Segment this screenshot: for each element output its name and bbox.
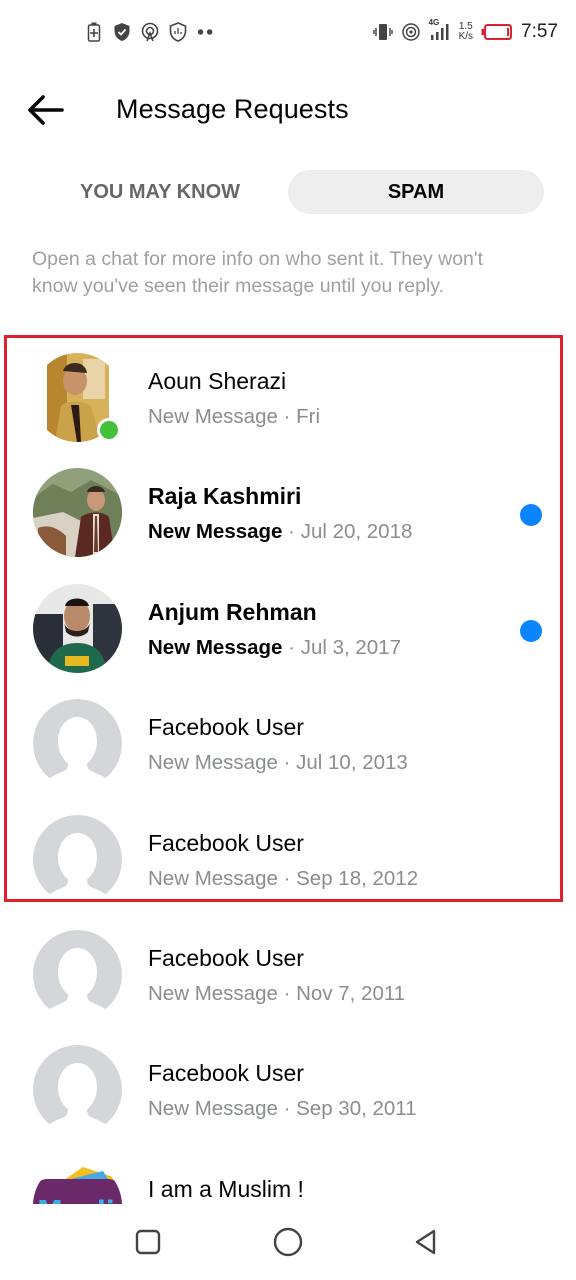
message-preview: New Message · Jul 20, 2018 xyxy=(148,520,412,544)
avatar-logo-text: Muslim xyxy=(37,1196,122,1204)
message-status: New Message xyxy=(148,635,283,659)
message-date: Jul 10, 2013 xyxy=(296,751,408,775)
navigation-bar xyxy=(0,1204,576,1280)
tab-you-may-know[interactable]: YOU MAY KNOW xyxy=(32,170,288,214)
circle-home-icon xyxy=(273,1227,303,1257)
message-date: Sep 30, 2011 xyxy=(296,1097,417,1121)
unread-indicator xyxy=(520,619,542,642)
shield-chart-icon xyxy=(168,22,188,42)
default-avatar-icon xyxy=(33,699,122,789)
message-preview: New Message · Sep 18, 2012 xyxy=(148,867,418,891)
nav-back-button[interactable] xyxy=(408,1224,444,1260)
online-indicator xyxy=(97,418,121,442)
info-text: Open a chat for more info on who sent it… xyxy=(32,248,484,297)
network-type: 4G xyxy=(428,18,440,27)
recents-button[interactable] xyxy=(130,1224,166,1260)
message-status: New Message xyxy=(148,866,278,890)
contact-name: Aoun Sherazi xyxy=(148,368,287,394)
request-row[interactable]: Muslim I am a Muslim ! xyxy=(0,1148,576,1204)
separator: · xyxy=(288,635,295,659)
message-preview: New Message · Sep 30, 2011 xyxy=(148,1097,417,1121)
status-left-icons xyxy=(84,20,216,44)
contact-name: Anjum Rehman xyxy=(148,598,317,625)
request-list[interactable]: Aoun Sherazi New Message · Fri Raja Kash… xyxy=(0,340,576,1204)
message-date: Sep 18, 2012 xyxy=(296,866,419,890)
separator: · xyxy=(283,866,291,890)
message-status: New Message xyxy=(148,1097,278,1121)
shield-check-icon xyxy=(112,22,132,42)
message-preview: New Message · Fri xyxy=(148,405,320,429)
default-avatar-icon xyxy=(33,929,122,1019)
request-row[interactable]: Facebook User New Message · Sep 18, 2012 xyxy=(0,802,576,917)
contact-name: I am a Muslim ! xyxy=(148,1175,304,1202)
request-row[interactable]: Facebook User New Message · Nov 7, 2011 xyxy=(0,917,576,1032)
message-date: Nov 7, 2011 xyxy=(296,981,406,1005)
message-status: New Message xyxy=(148,520,283,544)
avatar xyxy=(33,583,122,673)
battery-low-icon xyxy=(481,22,513,42)
square-recents-icon xyxy=(135,1229,161,1255)
separator: · xyxy=(283,405,291,428)
default-avatar-icon xyxy=(33,814,122,904)
message-preview: New Message · Jul 10, 2013 xyxy=(148,751,408,775)
status-time: 7:57 xyxy=(521,21,558,42)
back-button[interactable] xyxy=(22,90,68,130)
contact-name: Facebook User xyxy=(148,944,304,971)
request-row[interactable]: Facebook User New Message · Sep 30, 2011 xyxy=(0,1032,576,1147)
avatar xyxy=(33,468,122,558)
request-row[interactable]: Raja Kashmiri New Message · Jul 20, 2018 xyxy=(0,455,576,570)
network-speed: 1.5 K/s xyxy=(459,22,473,42)
message-status: New Message xyxy=(148,981,278,1005)
home-button[interactable] xyxy=(270,1224,306,1260)
message-date: Jul 20, 2018 xyxy=(300,520,413,544)
header: Message Requests xyxy=(0,80,576,142)
signal-4g-icon: 4G xyxy=(429,18,451,42)
message-status: New Message xyxy=(148,751,278,775)
separator: · xyxy=(283,751,291,775)
vibrate-icon xyxy=(372,22,393,42)
battery-saver-icon xyxy=(84,22,104,42)
separator: · xyxy=(283,981,291,1005)
request-row[interactable]: Aoun Sherazi New Message · Fri xyxy=(0,340,576,455)
default-avatar-icon xyxy=(33,1045,122,1135)
unread-indicator xyxy=(520,504,542,527)
contact-name: Facebook User xyxy=(148,714,304,741)
avatar: Muslim xyxy=(33,1160,122,1204)
tab-spam[interactable]: SPAM xyxy=(288,170,544,214)
separator: · xyxy=(283,1097,291,1121)
hotspot-icon xyxy=(140,22,160,42)
message-date: Jul 3, 2017 xyxy=(300,635,401,659)
message-date: Fri xyxy=(296,405,321,428)
speed-unit: K/s xyxy=(458,31,474,42)
message-status: New Message xyxy=(148,405,278,428)
request-row[interactable]: Anjum Rehman New Message · Jul 3, 2017 xyxy=(0,571,576,686)
request-row[interactable]: Facebook User New Message · Jul 10, 2013 xyxy=(0,686,576,801)
contact-name: Raja Kashmiri xyxy=(148,483,302,510)
page-title: Message Requests xyxy=(116,94,349,124)
status-bar: 4G 1.5 K/s 7:57 xyxy=(0,0,576,64)
triangle-back-icon xyxy=(415,1229,436,1255)
arrow-left-icon xyxy=(28,95,64,125)
message-preview: New Message · Jul 3, 2017 xyxy=(148,636,401,660)
hotspot-signal-icon xyxy=(401,22,421,42)
status-right-icons: 4G 1.5 K/s 7:57 xyxy=(372,18,558,46)
tab-bar: YOU MAY KNOW SPAM xyxy=(32,170,544,214)
more-dots-icon xyxy=(196,22,216,42)
contact-name: Facebook User xyxy=(148,829,304,856)
message-preview: New Message · Nov 7, 2011 xyxy=(148,982,405,1006)
separator: · xyxy=(288,520,295,544)
contact-name: Facebook User xyxy=(148,1060,304,1087)
